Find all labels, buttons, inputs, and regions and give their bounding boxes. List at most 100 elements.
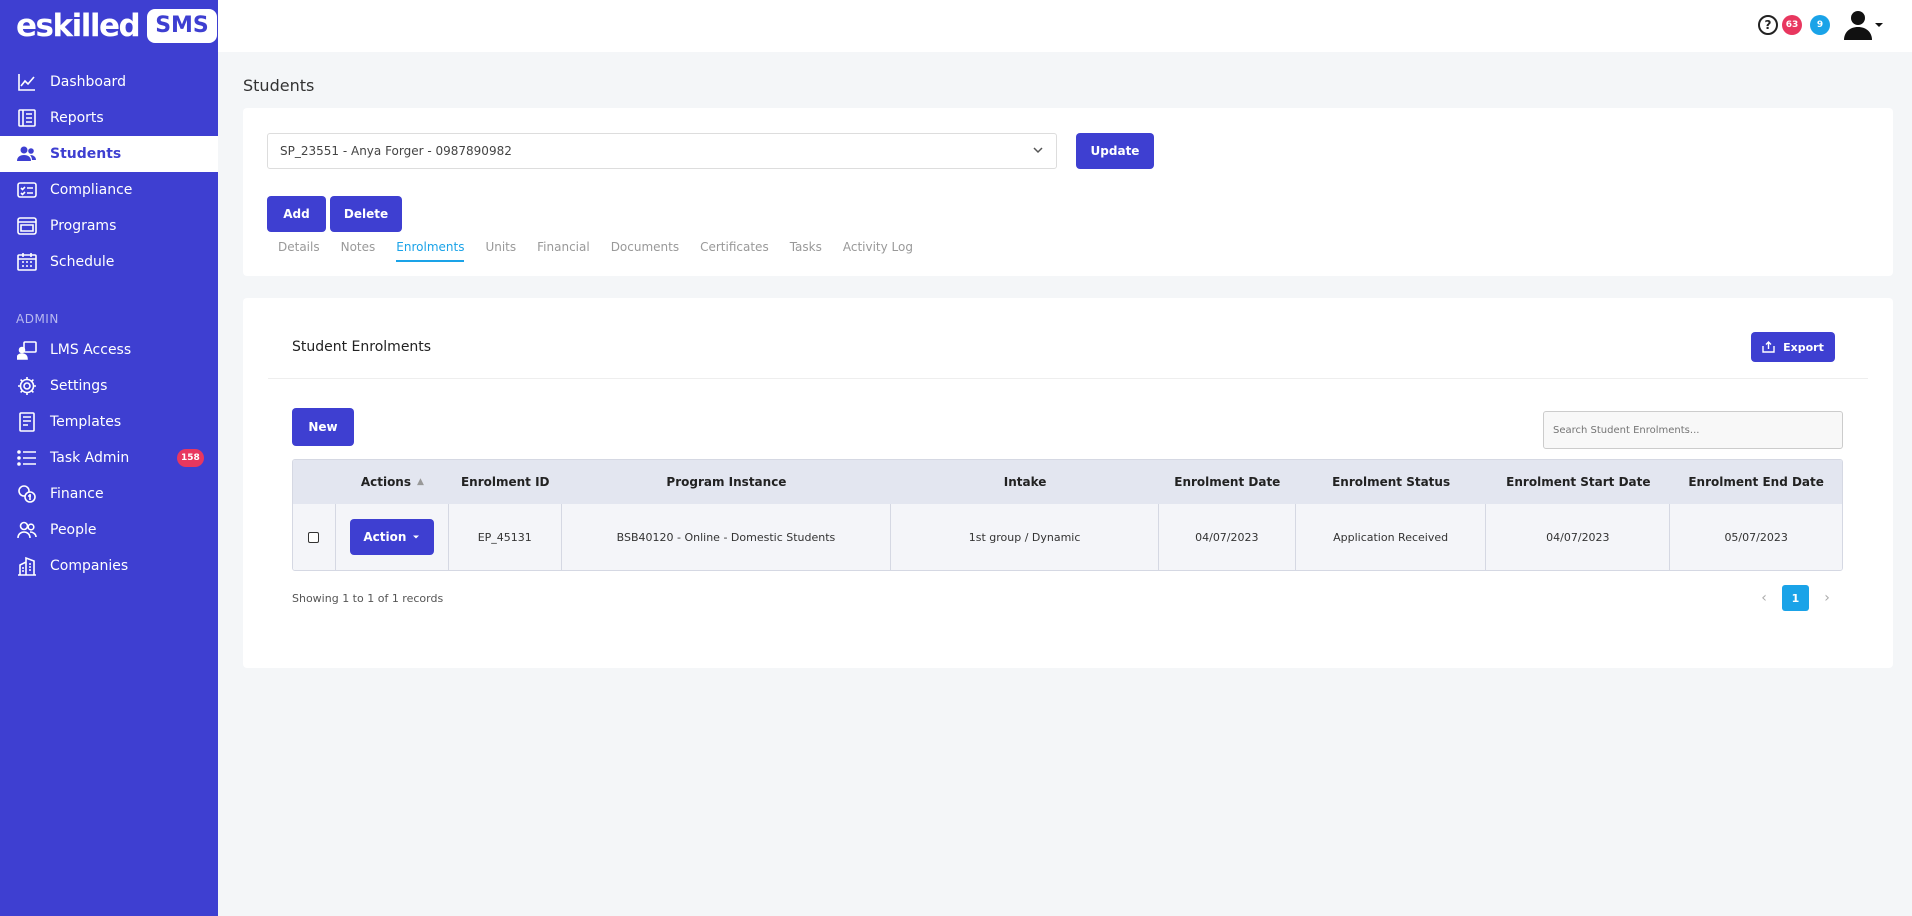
tab-documents[interactable]: Documents [611,240,679,262]
row-actions-cell: Action [336,504,449,570]
document-icon [16,411,38,433]
sidebar-item-label: Dashboard [50,74,126,90]
sidebar-item-reports[interactable]: Reports [0,100,218,136]
collapse-sidebar-icon[interactable]: ‹ [206,14,212,30]
top-bar-icons: ? 63 9 [1758,10,1884,40]
row-checkbox[interactable] [308,531,320,543]
sidebar-item-finance[interactable]: Finance [0,476,218,512]
sidebar-item-label: Reports [50,110,104,126]
sidebar-item-companies[interactable]: Companies [0,548,218,584]
caret-down-icon [413,535,420,539]
column-header-start-date[interactable]: Enrolment Start Date [1486,460,1670,504]
row-select-cell [293,504,336,570]
cell-enrolment-id: EP_45131 [449,504,562,570]
delete-button[interactable]: Delete [330,196,402,232]
tab-units[interactable]: Units [485,240,516,262]
tab-certificates[interactable]: Certificates [700,240,769,262]
logo[interactable]: eskilled SMS [16,8,217,44]
tab-activity-log[interactable]: Activity Log [843,240,913,262]
sidebar-item-dashboard[interactable]: Dashboard [0,64,218,100]
sidebar-item-programs[interactable]: Programs [0,208,218,244]
chart-line-icon [16,71,38,93]
student-enrolments-card: Student Enrolments Export New Actions ▲ … [243,298,1893,668]
column-header-program-instance[interactable]: Program Instance [562,460,892,504]
table-row: Action EP_45131 BSB40120 - Online - Dome… [293,504,1842,570]
student-selector-card: SP_23551 - Anya Forger - 0987890982 Upda… [243,108,1893,276]
student-select[interactable]: SP_23551 - Anya Forger - 0987890982 [267,133,1057,169]
pagination: ‹ 1 › [1752,585,1839,611]
export-button[interactable]: Export [1751,332,1835,362]
notification-count-red[interactable]: 63 [1782,15,1802,35]
sidebar-item-label: Programs [50,218,117,234]
new-enrolment-button[interactable]: New [292,408,354,446]
page-title: Students [243,76,315,95]
notification-count-blue[interactable]: 9 [1810,15,1830,35]
student-select-value: SP_23551 - Anya Forger - 0987890982 [280,144,512,158]
sidebar-item-task-admin[interactable]: Task Admin 158 [0,440,218,476]
checklist-icon [16,179,38,201]
export-button-label: Export [1783,340,1824,354]
building-icon [16,555,38,577]
column-header-enrolment-id[interactable]: Enrolment ID [449,460,562,504]
tab-details[interactable]: Details [278,240,320,262]
search-enrolments-input[interactable] [1543,411,1843,449]
sidebar-item-schedule[interactable]: Schedule [0,244,218,280]
sidebar-item-label: Students [50,146,122,162]
sidebar-item-label: Settings [50,378,108,394]
tab-tasks[interactable]: Tasks [790,240,822,262]
sidebar-section-admin: ADMIN [16,312,59,326]
tab-enrolments[interactable]: Enrolments [396,240,465,262]
sidebar-item-label: Companies [50,558,129,574]
next-page-icon[interactable]: › [1815,590,1839,606]
update-button[interactable]: Update [1076,133,1154,169]
sidebar-item-label: Task Admin [50,450,130,466]
user-screen-icon [16,339,38,361]
list-icon [16,447,38,469]
action-dropdown-button[interactable]: Action [349,519,434,555]
sidebar-nav: Dashboard Reports Students Compliance Pr… [0,64,218,584]
calendar-icon [16,251,38,273]
student-tabs: Details Notes Enrolments Units Financial… [278,240,934,262]
sidebar-item-label: Finance [50,486,104,502]
tab-financial[interactable]: Financial [537,240,590,262]
page-number-current[interactable]: 1 [1782,585,1809,611]
cell-enrolment-status: Application Received [1296,504,1487,570]
section-title: Student Enrolments [292,339,432,355]
sidebar-item-lms-access[interactable]: LMS Access [0,332,218,368]
sidebar-item-students[interactable]: Students [0,136,218,172]
column-header-enrolment-status[interactable]: Enrolment Status [1296,460,1487,504]
tab-notes[interactable]: Notes [341,240,376,262]
enrolments-table: Actions ▲ Enrolment ID Program Instance … [292,459,1843,571]
logo-wordmark: eskilled [16,8,141,44]
sidebar-item-label: Schedule [50,254,115,270]
help-icon[interactable]: ? [1758,15,1778,35]
previous-page-icon[interactable]: ‹ [1752,590,1776,606]
chevron-down-icon [1033,147,1043,154]
users-icon [16,143,38,165]
sidebar-item-label: People [50,522,97,538]
people-icon [16,519,38,541]
report-icon [16,107,38,129]
column-header-actions[interactable]: Actions ▲ [336,460,449,504]
coins-icon [16,483,38,505]
divider [268,378,1868,379]
sidebar-item-compliance[interactable]: Compliance [0,172,218,208]
column-header-select [293,460,336,504]
cell-end-date: 05/07/2023 [1724,530,1788,544]
chevron-down-icon [1875,23,1883,27]
column-header-enrolment-date[interactable]: Enrolment Date [1159,460,1296,504]
column-header-intake[interactable]: Intake [891,460,1159,504]
export-icon [1762,341,1775,353]
sidebar-item-settings[interactable]: Settings [0,368,218,404]
add-button[interactable]: Add [267,196,326,232]
browser-icon [16,215,38,237]
cell-intake: 1st group / Dynamic [891,504,1159,570]
user-avatar[interactable] [1844,10,1884,40]
sidebar-item-people[interactable]: People [0,512,218,548]
sidebar-item-templates[interactable]: Templates [0,404,218,440]
task-admin-count-badge: 158 [177,449,204,467]
sort-up-icon: ▲ [417,477,424,487]
column-header-end-date[interactable]: Enrolment End Date [1670,460,1842,504]
cell-enrolment-date: 04/07/2023 [1159,504,1296,570]
records-count-text: Showing 1 to 1 of 1 records [292,592,444,605]
